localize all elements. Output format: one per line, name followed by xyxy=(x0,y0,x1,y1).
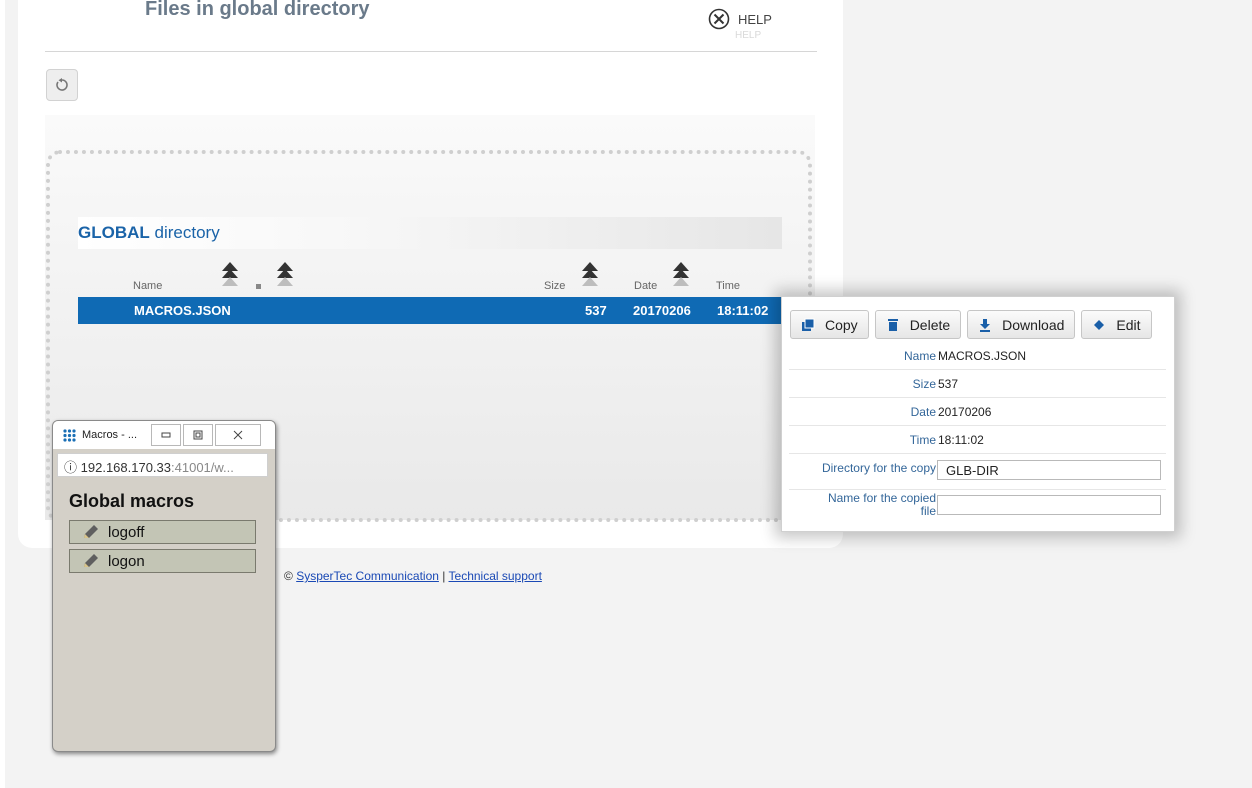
copy-directory-row: Directory for the copy xyxy=(789,454,1166,490)
trash-icon xyxy=(887,318,898,331)
macro-item-logoff[interactable]: logoff xyxy=(69,520,256,544)
address-bar[interactable]: ⓘ 192.168.170.33:41001/w... xyxy=(57,453,268,477)
macros-window: Macros - ... ⓘ 192.168.170.33:41001/w...… xyxy=(52,420,276,752)
window-titlebar[interactable]: Macros - ... xyxy=(53,421,275,449)
minimize-button[interactable] xyxy=(151,424,181,446)
company-link[interactable]: SysperTec Communication xyxy=(296,569,439,583)
detail-name-row: Name MACROS.JSON xyxy=(789,342,1166,370)
file-actions-toolbar: Copy Delete Download Edit xyxy=(790,310,1152,339)
copy-name-row: Name for the copied file xyxy=(789,490,1166,524)
help-button[interactable]: HELP xyxy=(708,8,772,30)
restore-button[interactable] xyxy=(183,424,213,446)
sort-name-asc-icon[interactable] xyxy=(221,261,239,287)
sort-name-desc-icon[interactable] xyxy=(276,261,294,287)
refresh-button[interactable] xyxy=(46,69,78,101)
row-date: 20170206 xyxy=(633,303,691,318)
row-time: 18:11:02 xyxy=(717,303,769,318)
pencil-icon xyxy=(84,554,98,567)
column-name[interactable]: Name xyxy=(133,280,162,292)
footer: © SysperTec Communication | Technical su… xyxy=(284,569,542,583)
download-icon xyxy=(980,318,991,332)
copy-name-field[interactable] xyxy=(937,495,1161,515)
app-logo-icon xyxy=(63,429,76,442)
detail-date-row: Date 20170206 xyxy=(789,398,1166,426)
info-icon: ⓘ xyxy=(64,460,78,475)
file-details-popup: Copy Delete Download Edit Name MACROS.JS… xyxy=(781,296,1175,532)
sort-separator-icon xyxy=(256,284,261,289)
copy-icon xyxy=(802,318,815,331)
restore-icon xyxy=(193,430,203,440)
pencil-icon xyxy=(1094,319,1105,330)
row-size: 537 xyxy=(585,303,607,318)
row-name: MACROS.JSON xyxy=(134,303,231,318)
column-time[interactable]: Time xyxy=(716,280,740,292)
macros-heading: Global macros xyxy=(69,491,195,511)
window-title: Macros - ... xyxy=(82,429,138,441)
support-link[interactable]: Technical support xyxy=(449,569,542,583)
help-reflection: HELP xyxy=(735,30,762,41)
close-button[interactable] xyxy=(215,424,261,446)
download-button[interactable]: Download xyxy=(967,310,1076,339)
table-row[interactable]: MACROS.JSON 537 20170206 18:11:02 xyxy=(78,297,782,324)
copy-directory-field[interactable] xyxy=(937,460,1161,480)
sort-size-icon[interactable] xyxy=(581,261,599,287)
title-divider xyxy=(45,51,817,52)
page-title: Files in global directory xyxy=(145,0,370,20)
pencil-icon xyxy=(84,525,98,538)
close-icon xyxy=(233,430,243,440)
copy-button[interactable]: Copy xyxy=(790,310,869,339)
help-icon xyxy=(708,8,730,30)
detail-size-row: Size 537 xyxy=(789,370,1166,398)
help-label: HELP xyxy=(738,11,772,27)
directory-title: GLOBAL directory xyxy=(78,223,220,242)
sort-date-icon[interactable] xyxy=(672,261,690,287)
minimize-icon xyxy=(161,432,171,438)
column-date[interactable]: Date xyxy=(634,280,657,292)
delete-button[interactable]: Delete xyxy=(874,310,962,339)
refresh-icon xyxy=(56,78,68,91)
column-size[interactable]: Size xyxy=(544,280,565,292)
macro-item-logon[interactable]: logon xyxy=(69,549,256,573)
edit-button[interactable]: Edit xyxy=(1081,310,1152,339)
detail-time-row: Time 18:11:02 xyxy=(789,426,1166,454)
